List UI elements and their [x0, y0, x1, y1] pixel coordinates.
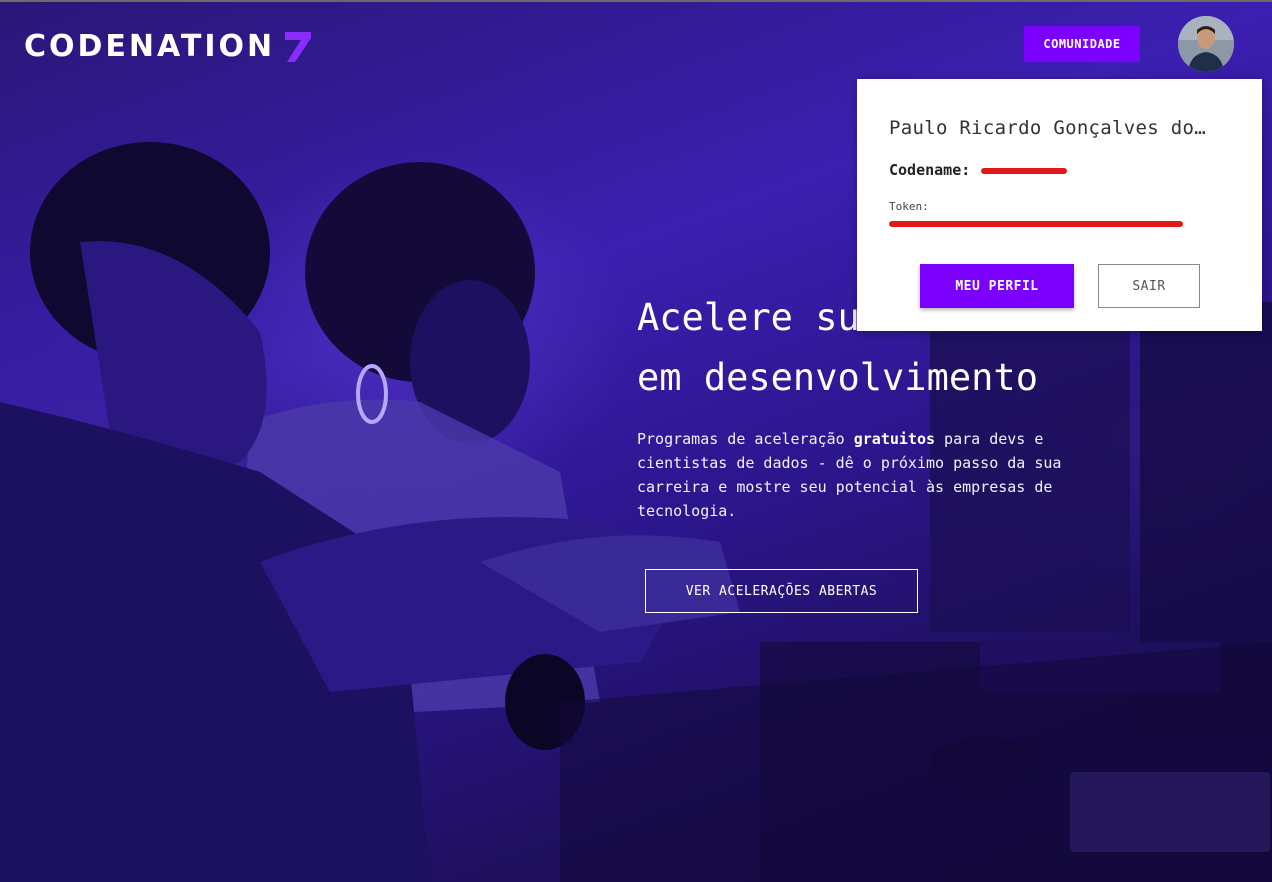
- hero-subtitle: Programas de aceleração gratuitos para d…: [637, 427, 1107, 523]
- comunidade-button[interactable]: COMUNIDADE: [1024, 26, 1140, 62]
- codename-redaction-mark: [981, 168, 1067, 174]
- codename-label: Codename:: [889, 161, 971, 179]
- hero-section: CODENATION COMUNIDADE Acelere sua em des…: [0, 2, 1272, 882]
- user-menu-dropdown: Paulo Ricardo Gonçalves do… Codename: To…: [857, 79, 1262, 331]
- token-redaction-mark: [889, 221, 1183, 227]
- token-label: Token:: [889, 200, 929, 213]
- hero-headline-line1: Acelere sua: [637, 296, 883, 339]
- logout-button[interactable]: SAIR: [1098, 264, 1200, 308]
- user-avatar-image: [1178, 16, 1234, 72]
- avatar[interactable]: [1178, 16, 1234, 72]
- codenation-logo[interactable]: CODENATION: [24, 26, 315, 66]
- view-open-accelerations-button[interactable]: VER ACELERAÇÕES ABERTAS: [645, 569, 918, 613]
- hero-headline-line2: em desenvolvimento: [637, 356, 1038, 399]
- hero-subtitle-pre: Programas de aceleração: [637, 430, 854, 448]
- hero-subtitle-bold: gratuitos: [853, 430, 936, 448]
- logo-text: CODENATION: [24, 28, 276, 64]
- user-full-name: Paulo Ricardo Gonçalves do…: [889, 117, 1206, 139]
- my-profile-button[interactable]: MEU PERFIL: [920, 264, 1074, 308]
- codenation-mark-icon: [285, 32, 312, 62]
